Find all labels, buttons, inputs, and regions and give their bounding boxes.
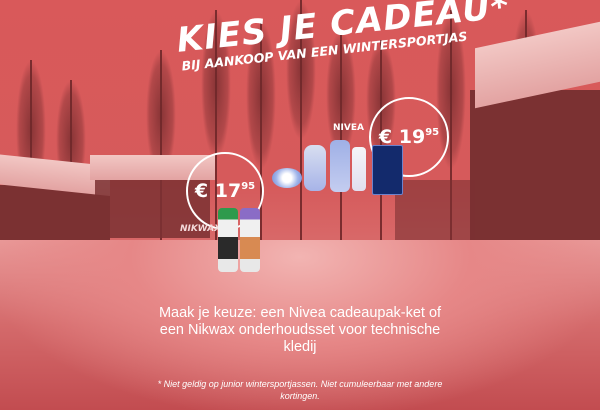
price-main: 19 xyxy=(398,126,426,148)
price-main: 17 xyxy=(214,180,242,202)
nivea-shower-bottle[interactable] xyxy=(304,145,326,191)
nivea-lotion-bottle[interactable] xyxy=(330,140,350,192)
footnote: * Niet geldig op junior wintersportjasse… xyxy=(157,379,443,401)
offer-description: Maak je keuze: een Nivea cadeaupak-ket o… xyxy=(158,305,442,355)
nikwax-tech-wash-bottle[interactable] xyxy=(218,208,238,272)
nivea-logo: NIVEA xyxy=(333,123,364,133)
cabin-far xyxy=(395,180,475,245)
price-cents: 95 xyxy=(425,127,440,138)
nivea-cream-jar[interactable] xyxy=(272,168,302,188)
nivea-gift-box[interactable] xyxy=(372,145,403,195)
nikwax-logo: NIKWAX xyxy=(180,224,222,234)
price-cents: 95 xyxy=(241,181,256,192)
nivea-deodorant[interactable] xyxy=(352,147,366,191)
nikwax-tx-direct-bottle[interactable] xyxy=(240,208,260,272)
currency: € xyxy=(194,180,209,202)
promo-banner[interactable]: KIES JE CADEAU* BIJ AANKOOP VAN EEN WINT… xyxy=(0,0,600,410)
